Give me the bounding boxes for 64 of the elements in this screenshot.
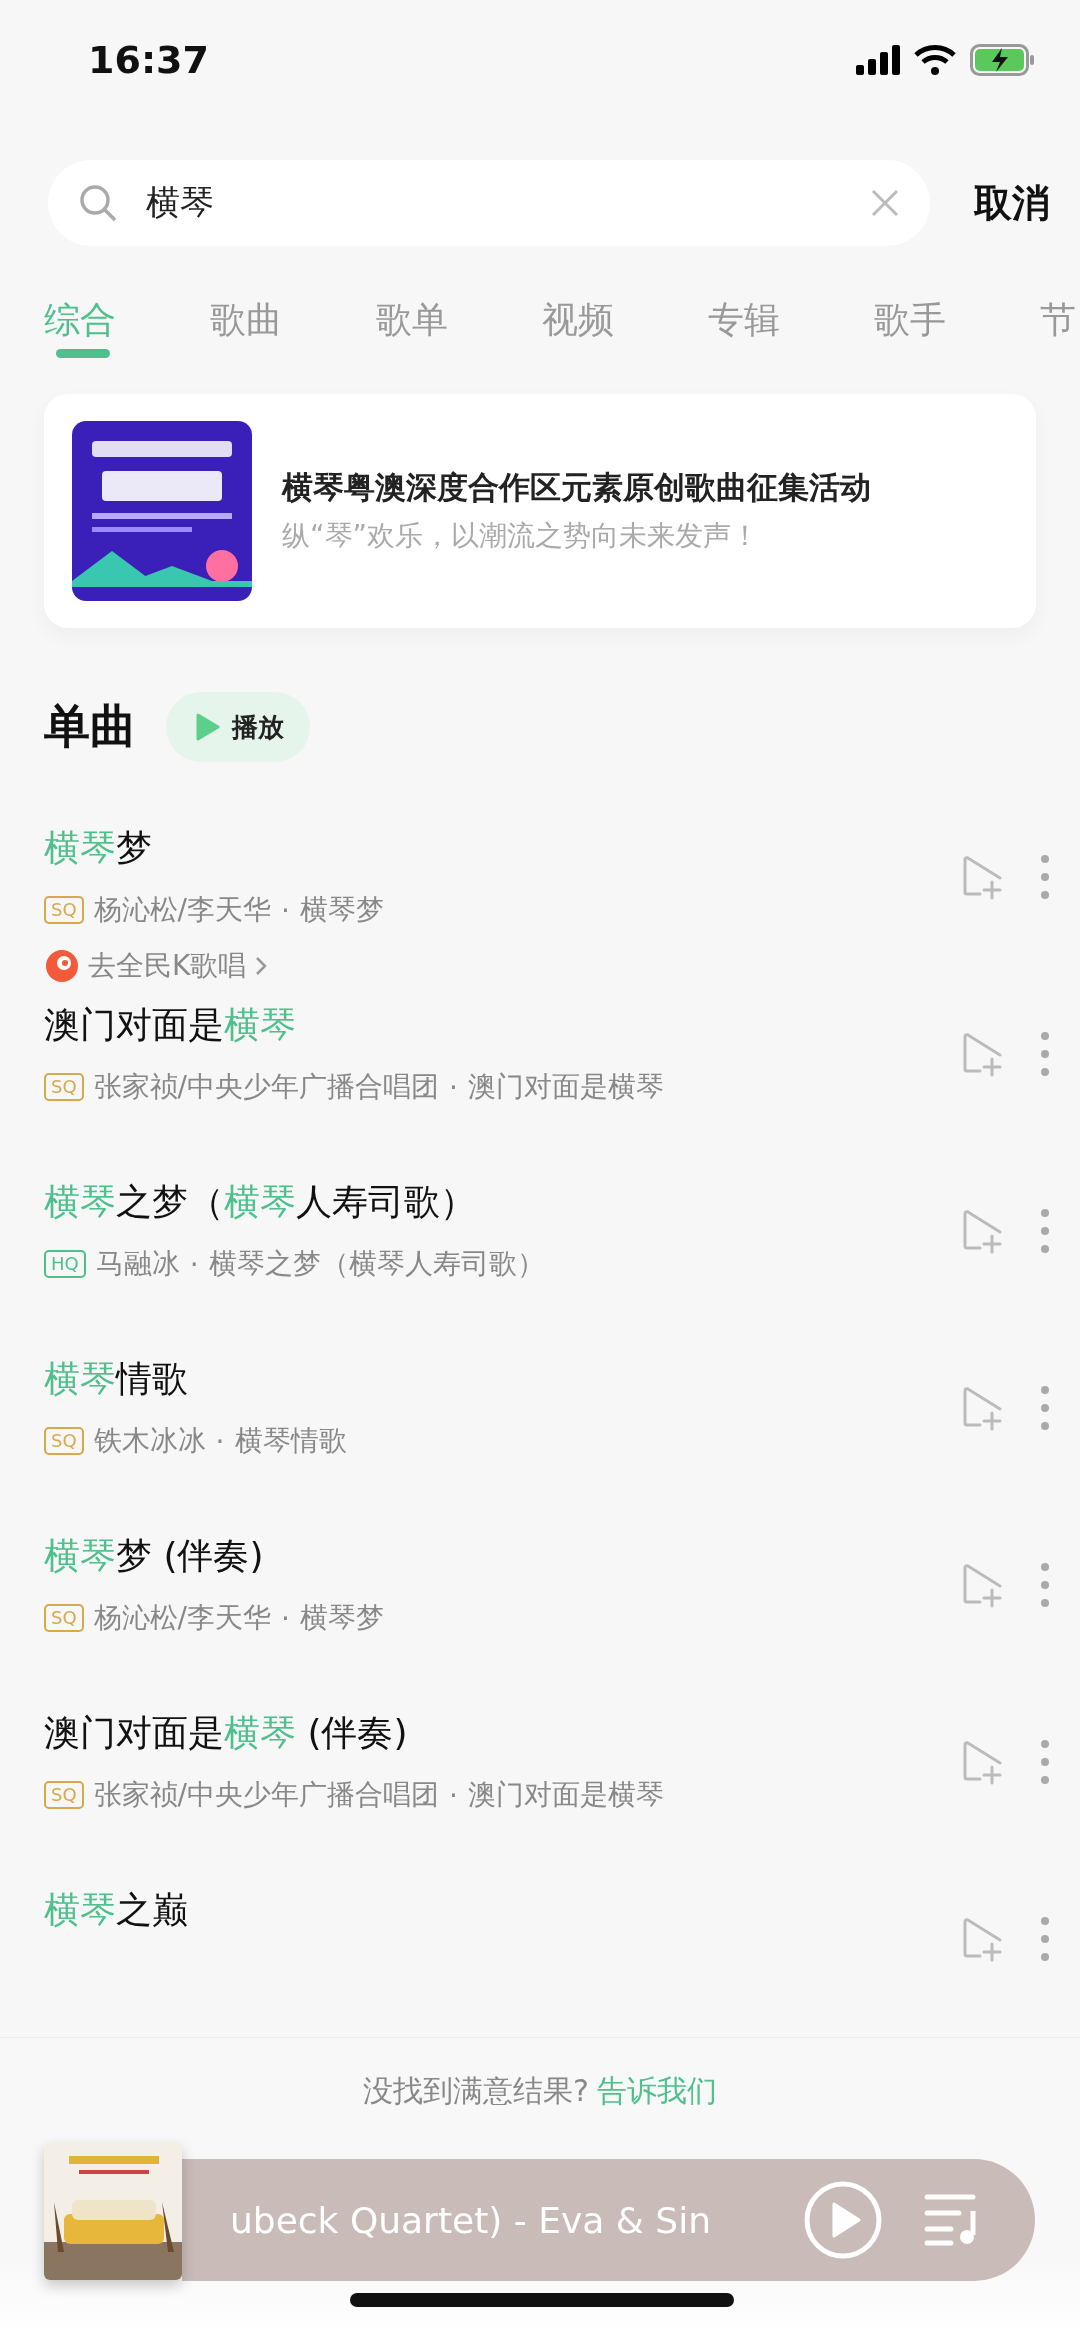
song-row[interactable]: 横琴梦 (伴奏) SQ 杨沁松/李天华 · 横琴梦 [0, 1532, 1080, 1709]
song-album: 横琴梦 [299, 1600, 384, 1636]
play-icon [196, 713, 220, 741]
song-title: 横琴梦 (伴奏) [44, 1534, 265, 1578]
song-album: 横琴之梦（横琴人寿司歌） [208, 1246, 545, 1282]
song-album: 横琴梦 [299, 892, 384, 928]
section-title: 单曲 [44, 698, 136, 755]
banner-title: 横琴粤澳深度合作区元素原创歌曲征集活动 [282, 468, 871, 507]
song-title: 横琴之梦（横琴人寿司歌） [44, 1180, 477, 1224]
quality-badge: HQ [44, 1250, 86, 1278]
song-row[interactable]: 澳门对面是横琴 (伴奏) SQ 张家祯/中央少年广播合唱团 · 澳门对面是横琴 [0, 1709, 1080, 1886]
quality-badge: SQ [44, 1604, 84, 1632]
feedback-text: 没找到满意结果? [363, 2071, 589, 2110]
song-artists: 杨沁松/李天华 [93, 892, 272, 928]
more-icon[interactable] [1040, 1916, 1050, 1962]
cancel-button[interactable]: 取消 [974, 177, 1050, 229]
search-icon [78, 183, 118, 223]
play-all-button[interactable]: 播放 [166, 692, 310, 762]
battery-icon [970, 44, 1036, 76]
separator-dot: · [449, 1070, 458, 1104]
song-album: 澳门对面是横琴 [467, 1069, 664, 1105]
more-icon[interactable] [1040, 1739, 1050, 1785]
more-icon[interactable] [1040, 854, 1050, 900]
song-title: 横琴情歌 [44, 1357, 189, 1401]
quality-badge: SQ [44, 1781, 84, 1809]
song-artists: 张家祯/中央少年广播合唱团 [93, 1069, 440, 1105]
karaoke-logo-icon [44, 948, 80, 984]
separator-dot: · [449, 1778, 458, 1812]
separator-dot: · [189, 1247, 199, 1281]
song-artists: 马融冰 [95, 1246, 180, 1282]
more-icon[interactable] [1040, 1385, 1050, 1431]
song-row[interactable]: 横琴之巅 [0, 1886, 1080, 1962]
song-artists: 张家祯/中央少年广播合唱团 [93, 1777, 440, 1813]
song-row[interactable]: 横琴梦 SQ 杨沁松/李天华 · 横琴梦 去全民K歌唱 [0, 824, 1080, 1001]
more-icon[interactable] [1040, 1031, 1050, 1077]
play-icon[interactable] [803, 2180, 883, 2260]
song-row[interactable]: 横琴之梦（横琴人寿司歌） HQ 马融冰 · 横琴之梦（横琴人寿司歌） [0, 1178, 1080, 1355]
search-field[interactable]: 横琴 [48, 160, 930, 246]
track-title: ubeck Quartet) - Eva & Sin [230, 2199, 712, 2241]
separator-dot: · [281, 893, 290, 927]
wifi-icon [914, 45, 956, 75]
banner-card[interactable]: 横琴粤澳深度合作区元素原创歌曲征集活动 纵“琴”欢乐，以潮流之势向未来发声！ [44, 394, 1036, 628]
song-album: 澳门对面是横琴 [467, 1777, 664, 1813]
song-album: 横琴情歌 [234, 1423, 347, 1459]
chevron-right-icon [254, 955, 269, 977]
banner-subtitle: 纵“琴”欢乐，以潮流之势向未来发声！ [282, 518, 760, 554]
quality-badge: SQ [44, 1427, 84, 1455]
quality-badge: SQ [44, 1073, 84, 1101]
more-icon[interactable] [1040, 1208, 1050, 1254]
song-title: 横琴梦 [44, 826, 153, 870]
song-title: 横琴之巅 [44, 1888, 189, 1932]
signal-icon [856, 45, 900, 75]
song-artists: 杨沁松/李天华 [93, 1600, 272, 1636]
song-title: 澳门对面是横琴 [44, 1003, 297, 1047]
clear-icon[interactable] [870, 188, 900, 218]
song-title: 澳门对面是横琴 (伴奏) [44, 1711, 409, 1755]
status-time: 16:37 [88, 38, 209, 82]
more-icon[interactable] [1040, 1562, 1050, 1608]
song-artists: 铁木冰冰 [93, 1423, 206, 1459]
separator-dot: · [215, 1424, 225, 1458]
separator-dot: · [281, 1601, 290, 1635]
quality-badge: SQ [44, 896, 84, 924]
song-row[interactable]: 横琴情歌 SQ 铁木冰冰 · 横琴情歌 [0, 1355, 1080, 1532]
song-row[interactable]: 澳门对面是横琴 SQ 张家祯/中央少年广播合唱团 · 澳门对面是横琴 [0, 1001, 1080, 1178]
